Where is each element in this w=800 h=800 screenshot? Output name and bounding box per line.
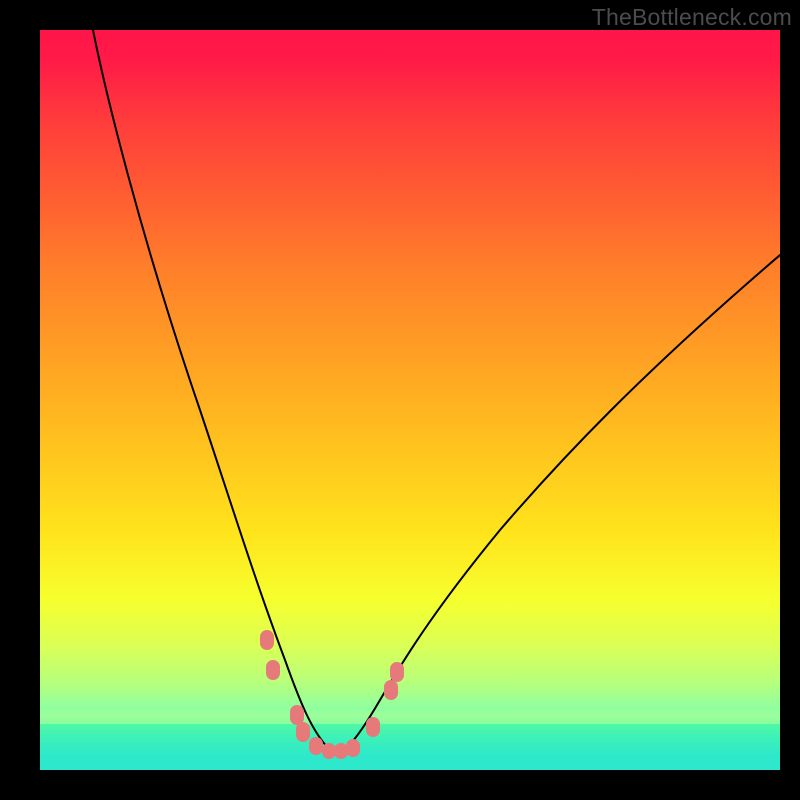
bottleneck-curve [93,30,780,752]
curve-marker [390,662,404,682]
curve-marker [309,737,323,755]
curve-marker [322,743,336,759]
curve-marker [366,717,380,737]
curve-marker [334,743,348,759]
curve-marker [346,739,360,757]
watermark-text: TheBottleneck.com [592,4,792,31]
plot-area [40,30,780,770]
curve-marker [260,630,274,650]
curve-marker [290,705,304,725]
curve-marker [266,660,280,680]
curve-marker [296,722,310,742]
chart-root: TheBottleneck.com [0,0,800,800]
curve-marker [384,680,398,700]
curve-svg [40,30,780,770]
